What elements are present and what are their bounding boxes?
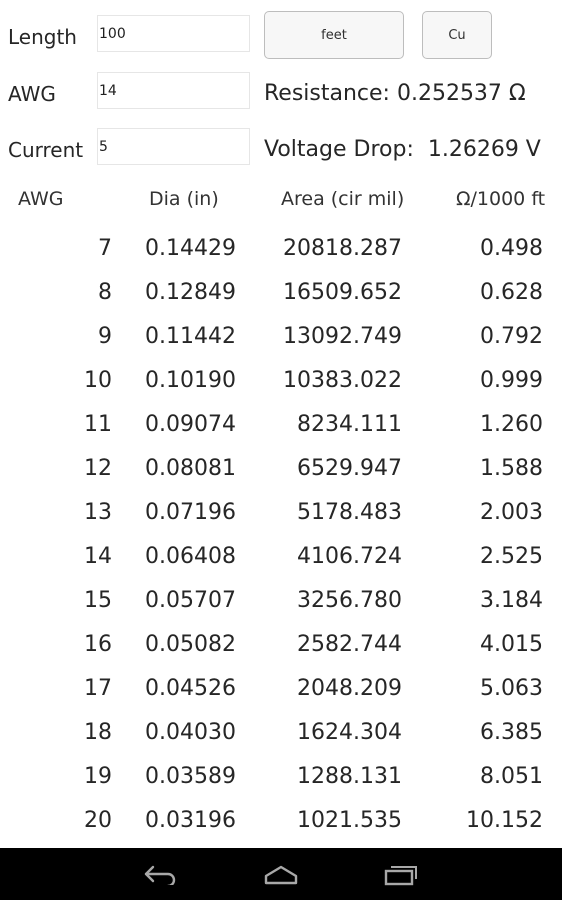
resistance-per-1000ft-cell: 4.015: [480, 632, 543, 657]
awg-cell: 11: [84, 412, 112, 437]
table-row: 18 0.04030 1624.304 6.385: [0, 712, 562, 756]
resistance-per-1000ft-cell: 6.385: [480, 720, 543, 745]
header-ohm: Ω/1000 ft: [456, 188, 546, 210]
table-row: 17 0.04526 2048.209 5.063: [0, 668, 562, 712]
area-cell: 8234.111: [297, 412, 402, 437]
awg-label: AWG: [8, 82, 56, 106]
resistance-per-1000ft-cell: 5.063: [480, 676, 543, 701]
diameter-cell: 0.14429: [145, 236, 236, 261]
awg-cell: 19: [84, 764, 112, 789]
table-row: 8 0.12849 16509.652 0.628: [0, 272, 562, 316]
area-cell: 2048.209: [297, 676, 402, 701]
table-row: 11 0.09074 8234.111 1.260: [0, 404, 562, 448]
resistance-per-1000ft-cell: 3.184: [480, 588, 543, 613]
diameter-cell: 0.03589: [145, 764, 236, 789]
resistance-per-1000ft-cell: 0.628: [480, 280, 543, 305]
resistance-result: Resistance: 0.252537 Ω: [264, 81, 526, 106]
wire-table: 7 0.14429 20818.287 0.498 8 0.12849 16509.652 0…: [0, 228, 562, 844]
material-button[interactable]: Cu: [422, 11, 492, 59]
awg-cell: 18: [84, 720, 112, 745]
resistance-per-1000ft-cell: 0.498: [480, 236, 543, 261]
resistance-per-1000ft-cell: 0.792: [480, 324, 543, 349]
home-icon[interactable]: [256, 858, 306, 890]
awg-cell: 17: [84, 676, 112, 701]
resistance-per-1000ft-cell: 1.260: [480, 412, 543, 437]
diameter-cell: 0.04030: [145, 720, 236, 745]
area-cell: 1288.131: [297, 764, 402, 789]
diameter-cell: 0.10190: [145, 368, 236, 393]
awg-cell: 13: [84, 500, 112, 525]
diameter-cell: 0.04526: [145, 676, 236, 701]
awg-input[interactable]: [97, 72, 250, 109]
table-row: 16 0.05082 2582.744 4.015: [0, 624, 562, 668]
table-row: 14 0.06408 4106.724 2.525: [0, 536, 562, 580]
area-cell: 10383.022: [283, 368, 402, 393]
current-input[interactable]: [97, 128, 250, 165]
table-row: 9 0.11442 13092.749 0.792: [0, 316, 562, 360]
diameter-cell: 0.05707: [145, 588, 236, 613]
table-row: 13 0.07196 5178.483 2.003: [0, 492, 562, 536]
header-awg: AWG: [18, 188, 64, 210]
table-row: 19 0.03589 1288.131 8.051: [0, 756, 562, 800]
table-row: 12 0.08081 6529.947 1.588: [0, 448, 562, 492]
back-icon[interactable]: [136, 858, 186, 890]
voltage-drop-result: Voltage Drop: 1.26269 V: [264, 137, 541, 162]
awg-cell: 14: [84, 544, 112, 569]
area-cell: 16509.652: [283, 280, 402, 305]
awg-cell: 10: [84, 368, 112, 393]
awg-cell: 15: [84, 588, 112, 613]
area-cell: 1624.304: [297, 720, 402, 745]
header-dia: Dia (in): [149, 188, 219, 210]
header-area: Area (cir mil): [281, 188, 405, 210]
diameter-cell: 0.12849: [145, 280, 236, 305]
diameter-cell: 0.06408: [145, 544, 236, 569]
resistance-per-1000ft-cell: 10.152: [466, 808, 543, 833]
diameter-cell: 0.08081: [145, 456, 236, 481]
diameter-cell: 0.05082: [145, 632, 236, 657]
awg-cell: 9: [98, 324, 112, 349]
recent-apps-icon[interactable]: [376, 858, 426, 890]
awg-cell: 12: [84, 456, 112, 481]
resistance-per-1000ft-cell: 1.588: [480, 456, 543, 481]
resistance-per-1000ft-cell: 2.525: [480, 544, 543, 569]
current-label: Current: [8, 138, 84, 162]
diameter-cell: 0.09074: [145, 412, 236, 437]
awg-cell: 7: [98, 236, 112, 261]
diameter-cell: 0.11442: [145, 324, 236, 349]
awg-cell: 16: [84, 632, 112, 657]
table-row: 20 0.03196 1021.535 10.152: [0, 800, 562, 844]
awg-cell: 20: [84, 808, 112, 833]
table-row: 15 0.05707 3256.780 3.184: [0, 580, 562, 624]
area-cell: 6529.947: [297, 456, 402, 481]
unit-button[interactable]: feet: [264, 11, 404, 59]
length-input[interactable]: [97, 15, 250, 52]
awg-cell: 8: [98, 280, 112, 305]
diameter-cell: 0.07196: [145, 500, 236, 525]
area-cell: 13092.749: [283, 324, 402, 349]
area-cell: 4106.724: [297, 544, 402, 569]
area-cell: 1021.535: [297, 808, 402, 833]
resistance-per-1000ft-cell: 0.999: [480, 368, 543, 393]
diameter-cell: 0.03196: [145, 808, 236, 833]
table-row: 10 0.10190 10383.022 0.999: [0, 360, 562, 404]
area-cell: 2582.744: [297, 632, 402, 657]
resistance-per-1000ft-cell: 2.003: [480, 500, 543, 525]
area-cell: 3256.780: [297, 588, 402, 613]
resistance-per-1000ft-cell: 8.051: [480, 764, 543, 789]
area-cell: 20818.287: [283, 236, 402, 261]
wire-calculator-screen: Length AWG Current feet Cu Resistance: 0…: [0, 0, 562, 900]
table-row: 7 0.14429 20818.287 0.498: [0, 228, 562, 272]
navigation-bar: [0, 848, 562, 900]
area-cell: 5178.483: [297, 500, 402, 525]
length-label: Length: [8, 25, 77, 49]
